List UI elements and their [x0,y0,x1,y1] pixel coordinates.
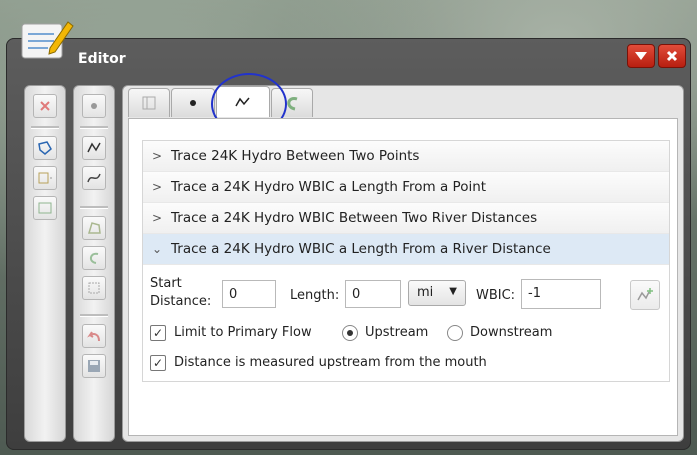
accordion-item[interactable]: > Trace 24K Hydro Between Two Points [143,141,669,172]
close-x-icon [666,50,678,62]
wbic-label: WBIC: [476,288,516,303]
polygon-select-button[interactable] [33,136,57,160]
start-distance-label-line2: Distance: [150,294,212,309]
accordion-item[interactable]: > Trace a 24K Hydro WBIC a Length From a… [143,172,669,203]
delete-button[interactable] [33,94,57,118]
window-title: Editor [78,51,126,67]
upstream-label: Upstream [365,325,429,340]
accordion-item-expanded[interactable]: ⌄ Trace a 24K Hydro WBIC a Length From a… [143,234,669,265]
split-button[interactable] [33,166,57,190]
point-tool-button[interactable] [82,94,106,118]
accordion-item-label: Trace a 24K Hydro WBIC a Length From a P… [171,179,487,195]
close-button[interactable] [658,44,686,68]
polygon-tool-button[interactable] [82,216,106,240]
reshape-icon [87,173,101,183]
polyline-add-icon [637,288,653,301]
point-icon [91,103,97,109]
polygon-select-icon [38,141,52,155]
triangle-down-icon [635,52,647,60]
crop-icon [88,282,100,294]
undo-icon [87,331,100,342]
tab-point[interactable] [171,88,215,117]
reshape-tool-button[interactable] [82,166,106,190]
merge-icon [38,202,52,214]
limit-primary-flow-checkbox[interactable]: ✓ [150,325,166,341]
crop-tool-button[interactable] [82,276,106,300]
curve-icon [90,252,99,264]
measured-upstream-label: Distance is measured upstream from the m… [174,355,487,370]
save-button[interactable] [82,354,106,378]
wbic-input[interactable]: -1 [521,279,601,309]
triangle-down-icon: ▼ [449,286,457,297]
length-input[interactable]: 0 [345,280,401,308]
accordion-item[interactable]: > Trace a 24K Hydro WBIC Between Two Riv… [143,203,669,234]
downstream-radio[interactable] [447,325,463,341]
editor-app-icon [21,21,74,59]
left-toolbar [24,85,66,442]
start-distance-input[interactable]: 0 [222,280,276,308]
polygon-icon [87,222,101,234]
merge-button[interactable] [33,196,57,220]
toolbar-separator [80,126,108,129]
trace-accordion: > Trace 24K Hydro Between Two Points > T… [142,140,670,382]
shape-toolbar [73,85,115,442]
accordion-item-label: Trace 24K Hydro Between Two Points [171,148,420,164]
curve-tool-button[interactable] [82,246,106,270]
toolbar-separator [31,126,59,129]
point-icon [190,100,196,106]
polyline-tool-button[interactable] [82,136,106,160]
save-icon [88,360,100,372]
chevron-right-icon: > [151,149,163,163]
accordion-item-label: Trace a 24K Hydro WBIC Between Two River… [171,210,538,226]
minimize-button[interactable] [627,44,655,68]
toolbar-separator [80,314,108,317]
undo-button[interactable] [82,324,106,348]
run-trace-button[interactable] [630,280,660,310]
delete-icon [40,101,50,111]
limit-primary-flow-label: Limit to Primary Flow [174,325,312,340]
unit-select[interactable]: mi ▼ [408,280,466,306]
table-icon [142,96,156,110]
chevron-right-icon: > [151,211,163,225]
split-icon [38,172,52,184]
polyline-icon [87,142,101,153]
chevron-right-icon: > [151,180,163,194]
upstream-radio[interactable] [342,325,358,341]
unit-select-value: mi [417,285,434,300]
accordion-item-label: Trace a 24K Hydro WBIC a Length From a R… [171,241,551,257]
downstream-label: Downstream [470,325,553,340]
measured-upstream-checkbox[interactable]: ✓ [150,355,166,371]
chevron-down-icon: ⌄ [151,242,163,256]
tab-attributes[interactable] [128,88,170,117]
toolbar-separator [80,206,108,209]
start-distance-label-line1: Start [150,276,182,291]
length-label: Length: [290,288,340,303]
